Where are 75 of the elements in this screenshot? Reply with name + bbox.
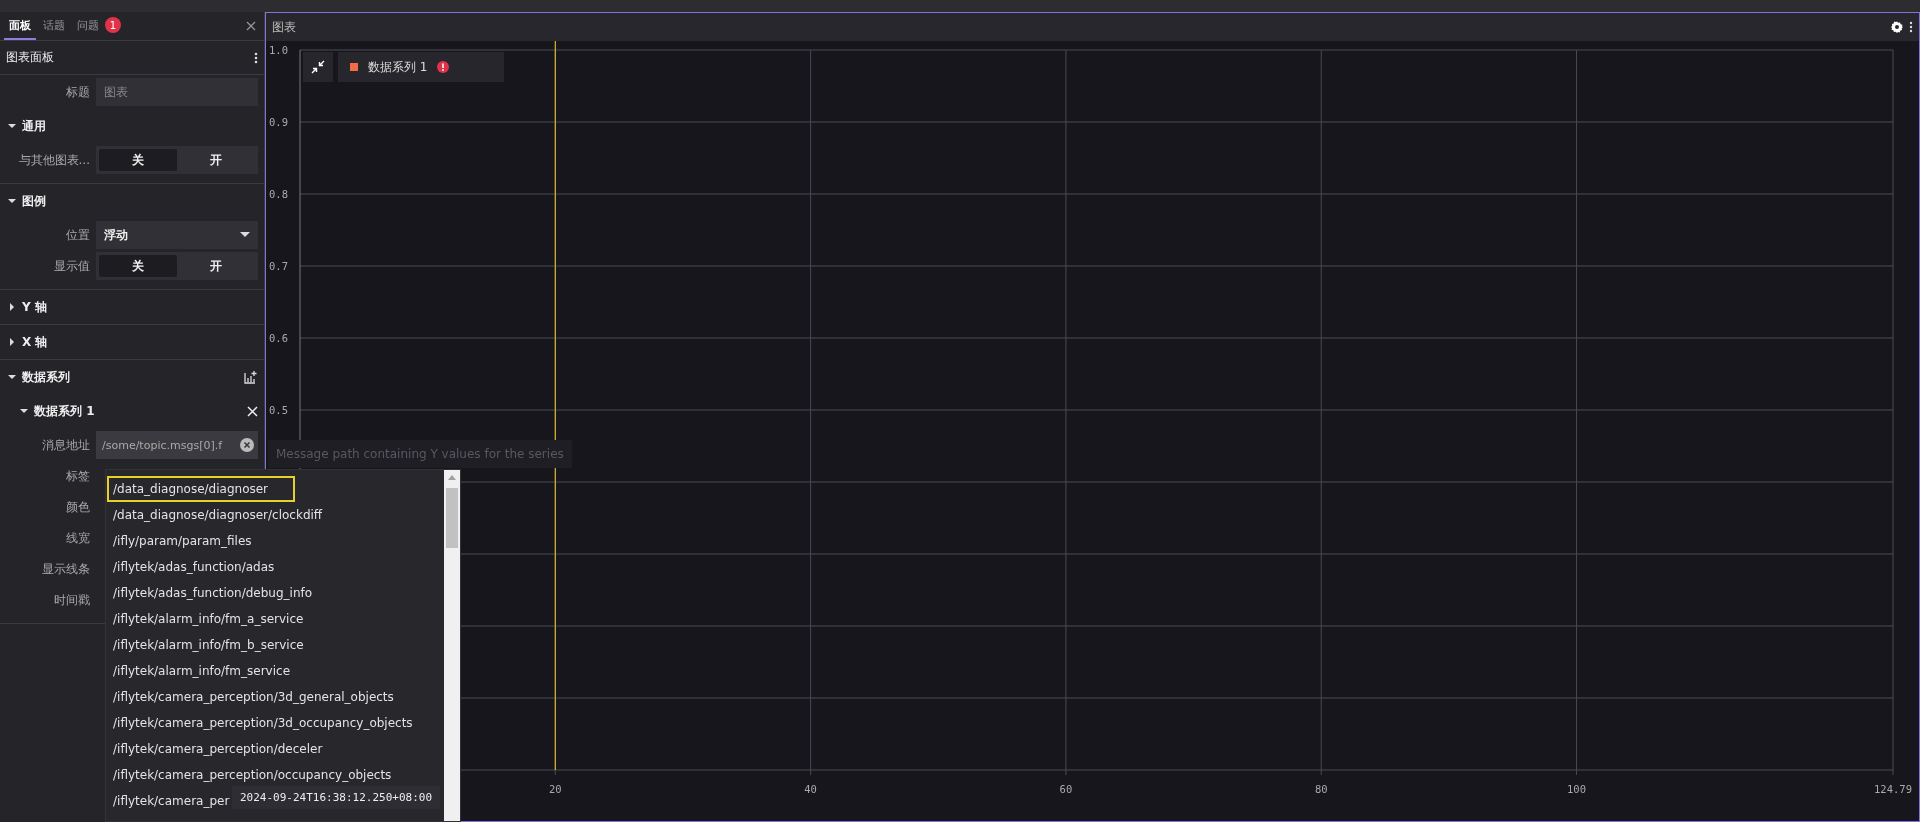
topic-suggestion[interactable]: /iflytek/camera_perception/deceler [107, 736, 329, 762]
field-label: 显示值 [53, 257, 90, 275]
caret-down-icon[interactable] [8, 373, 16, 381]
count-badge: 1 [105, 17, 121, 33]
field-label: 线宽 [65, 529, 90, 547]
topic-suggestion[interactable]: /iflytek/adas_function/adas [107, 554, 281, 580]
section-header[interactable]: 图例 [22, 192, 46, 210]
toggle-control[interactable]: 关 开 [96, 146, 258, 174]
position-select[interactable]: 浮动 [96, 221, 258, 249]
field-label: 位置 [65, 226, 90, 244]
topic-suggestion[interactable]: /data_diagnose/diagnoser/clockdiff [107, 502, 329, 528]
collapse-icon [311, 60, 325, 74]
section-header[interactable]: 数据系列 1 [34, 402, 95, 420]
panel-title: 图表面板 [6, 49, 54, 66]
field-label: 时间戳 [53, 591, 90, 609]
message-path-field[interactable]: /some/topic.msgs[0].f [96, 431, 258, 459]
field-label: 消息地址 [41, 436, 90, 454]
caret-right-icon[interactable] [8, 338, 16, 346]
section-header[interactable]: 数据系列 [22, 368, 70, 386]
section-header[interactable]: Y 轴 [22, 298, 47, 316]
toggle-control[interactable]: 关 开 [96, 252, 258, 280]
more-icon[interactable] [1909, 21, 1913, 33]
x-tick-label: 124.79 [1874, 783, 1912, 795]
y-tick-label: 0.7 [269, 260, 288, 272]
section-header[interactable]: X 轴 [22, 333, 48, 351]
caret-down-icon[interactable] [8, 122, 16, 130]
topic-suggestion[interactable]: /iflytek/camera_perception/3d_general_objects [107, 684, 400, 710]
y-tick-label: 0.8 [269, 188, 288, 200]
panel-tab[interactable]: 面板 [4, 12, 36, 40]
panel-title: 图表 [272, 18, 296, 36]
toggle-option[interactable]: 开 [177, 149, 255, 171]
close-icon[interactable] [247, 405, 258, 417]
settings-icon[interactable] [1891, 21, 1903, 33]
field-label: 与其他图表... [17, 151, 90, 169]
panel-tab[interactable]: 问题 1 [72, 12, 126, 40]
field-label: 颜色 [65, 498, 90, 516]
series-name: 数据系列 1 [368, 58, 428, 76]
field-label: 显示线条 [41, 560, 90, 578]
collapse-legend-button[interactable] [303, 52, 333, 82]
toggle-option[interactable]: 关 [99, 255, 177, 277]
x-tick-label: 100 [1567, 783, 1587, 795]
y-tick-label: 0.5 [269, 404, 288, 416]
y-tick-label: 1.0 [269, 44, 288, 56]
title-field[interactable]: 图表 [96, 78, 258, 106]
more-icon[interactable] [254, 51, 258, 64]
caret-down-icon[interactable] [8, 197, 16, 205]
caret-down-icon [240, 232, 250, 238]
field-label: 标题 [65, 83, 90, 101]
topic-suggestion[interactable]: /iflytek/camera_perception/3d_occupancy_objects [107, 710, 419, 736]
caret-right-icon[interactable] [8, 303, 16, 311]
topic-suggestion[interactable]: /ifly/param/param_files [107, 528, 258, 554]
add-series-icon[interactable] [244, 370, 258, 384]
topic-suggestion[interactable]: /iflytek/camera_perception/occupancy_objects [107, 762, 398, 788]
clear-icon[interactable] [240, 438, 254, 452]
timestamp-tooltip: 2024-09-24T16:38:12.250+08:00 [232, 786, 441, 809]
topic-suggestion[interactable]: /data_diagnose/diagnoser [107, 476, 295, 502]
scrollbar[interactable] [444, 470, 460, 821]
x-tick-label: 60 [1059, 783, 1073, 795]
toggle-option[interactable]: 开 [177, 255, 255, 277]
y-tick-label: 0.9 [269, 116, 288, 128]
topic-suggestion[interactable]: /iflytek/adas_function/debug_info [107, 580, 319, 606]
topic-suggestion[interactable]: /iflytek/alarm_info/fm_b_service [107, 632, 310, 658]
x-tick-label: 80 [1314, 783, 1328, 795]
caret-down-icon[interactable] [20, 407, 28, 415]
x-tick-label: 40 [804, 783, 817, 795]
legend-item[interactable]: 数据系列 1 [338, 52, 504, 82]
topic-suggestion[interactable]: /iflytek/alarm_info/fm_a_service [107, 606, 310, 632]
toggle-option[interactable]: 关 [99, 149, 177, 171]
topic-suggestion[interactable]: /iflytek/alarm_info/fm_service [107, 658, 297, 684]
x-tick-label: 20 [549, 783, 562, 795]
section-header[interactable]: 通用 [22, 117, 46, 135]
panel-tab[interactable]: 话题 [38, 12, 70, 40]
field-label: 标签 [65, 467, 90, 485]
y-tick-label: 0.6 [269, 332, 288, 344]
scroll-thumb[interactable] [446, 488, 458, 548]
